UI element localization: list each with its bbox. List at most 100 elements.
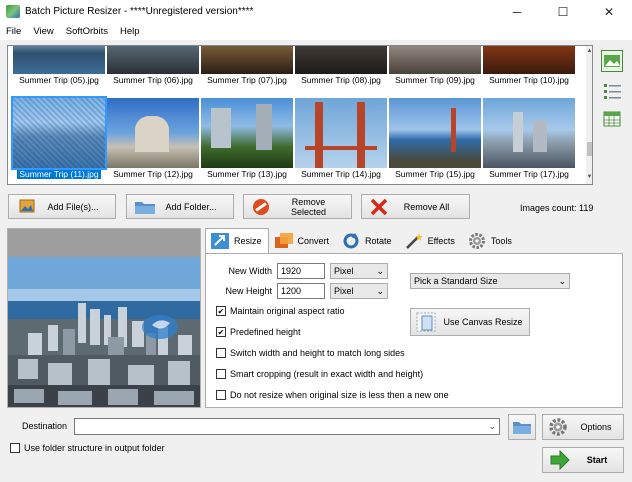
convert-icon [274, 232, 294, 250]
thumbnail-item[interactable]: Summer Trip (13).jpg [201, 98, 293, 179]
maintain-aspect-checkbox[interactable]: ✔ Maintain original aspect ratio [216, 306, 345, 316]
thumbnail-caption: Summer Trip (13).jpg [207, 169, 287, 179]
checkbox-unchecked [216, 369, 226, 379]
thumbnail-image [201, 46, 293, 74]
maximize-button[interactable]: ☐ [540, 0, 586, 24]
thumbnail-item-selected[interactable]: Summer Trip (11).jpg [11, 96, 107, 179]
thumbnail-item[interactable]: Summer Trip (09).jpg [389, 46, 481, 85]
options-button[interactable]: Options [542, 414, 624, 440]
thumbnail-caption: Summer Trip (05).jpg [19, 75, 99, 85]
thumbnail-image [201, 98, 293, 168]
list-view-icon[interactable] [601, 80, 623, 102]
thumbnail-item[interactable]: Summer Trip (08).jpg [295, 46, 387, 85]
thumbnail-image [11, 96, 107, 170]
no-resize-small-checkbox[interactable]: Do not resize when original size is less… [216, 390, 449, 400]
title-bar: Batch Picture Resizer - ****Unregistered… [0, 0, 632, 24]
tab-convert[interactable]: Convert [269, 228, 337, 254]
menu-bar: File View SoftOrbits Help [0, 24, 632, 40]
thumbnail-caption: Summer Trip (11).jpg [17, 169, 101, 179]
predefined-height-checkbox[interactable]: ✔ Predefined height [216, 327, 301, 337]
thumbnail-item[interactable]: Summer Trip (07).jpg [201, 46, 293, 85]
tab-effects[interactable]: Effects [399, 228, 462, 254]
thumbnail-item[interactable]: Summer Trip (05).jpg [13, 46, 105, 85]
new-height-label: New Height [225, 286, 272, 296]
menu-softorbits[interactable]: SoftOrbits [60, 24, 114, 40]
standard-size-select[interactable]: Pick a Standard Size ⌄ [410, 273, 570, 289]
resize-panel: New Width 1920 Pixel ⌄ New Height 1200 Pi… [205, 253, 623, 408]
thumbnail-caption: Summer Trip (12).jpg [113, 169, 193, 179]
smart-cropping-checkbox[interactable]: Smart cropping (result in exact width an… [216, 369, 423, 379]
chevron-down-icon: ⌄ [376, 285, 384, 296]
start-button[interactable]: Start [542, 447, 624, 473]
checkbox-unchecked [216, 390, 226, 400]
minimize-button[interactable]: ─ [494, 0, 540, 24]
thumbnail-item[interactable]: Summer Trip (14).jpg [295, 98, 387, 179]
width-unit-select[interactable]: Pixel ⌄ [330, 263, 388, 279]
chevron-down-icon: ⌄ [376, 265, 384, 276]
thumbnail-image [107, 98, 199, 168]
menu-help[interactable]: Help [114, 24, 146, 40]
menu-view[interactable]: View [27, 24, 59, 40]
gear-icon [549, 418, 567, 436]
new-width-input[interactable]: 1920 [277, 263, 325, 279]
remove-selected-icon [250, 198, 276, 216]
rotate-icon [341, 232, 361, 250]
height-unit-select[interactable]: Pixel ⌄ [330, 283, 388, 299]
checkbox-unchecked [10, 443, 20, 453]
thumbnail-view-icon[interactable] [601, 50, 623, 72]
magic-wand-icon [404, 232, 424, 250]
canvas-resize-button[interactable]: Use Canvas Resize [410, 308, 530, 336]
close-button[interactable]: ✕ [586, 0, 632, 24]
images-count: Images count: 119 [520, 203, 594, 213]
tab-rotate[interactable]: Rotate [336, 228, 399, 254]
app-icon [6, 5, 20, 18]
tab-resize[interactable]: Resize [205, 228, 269, 254]
image-preview [7, 228, 201, 408]
thumbnail-image [295, 46, 387, 74]
thumbnail-item[interactable]: Summer Trip (12).jpg [107, 98, 199, 179]
folder-icon [513, 422, 531, 434]
new-height-input[interactable]: 1200 [277, 283, 325, 299]
chevron-down-icon[interactable]: ⌄ [488, 421, 496, 432]
thumbnail-caption: Summer Trip (08).jpg [301, 75, 381, 85]
thumbnail-caption: Summer Trip (09).jpg [395, 75, 475, 85]
scroll-down-arrow[interactable]: ▼ [586, 174, 592, 180]
remove-all-button[interactable]: Remove All [361, 194, 470, 219]
thumbnail-caption: Summer Trip (14).jpg [301, 169, 381, 179]
folder-icon [133, 198, 159, 216]
switch-width-height-checkbox[interactable]: Switch width and height to match long si… [216, 348, 405, 358]
green-arrow-icon [550, 450, 570, 470]
tab-tools[interactable]: Tools [462, 228, 519, 254]
add-folder-button[interactable]: Add Folder... [126, 194, 234, 219]
thumbnail-image [389, 46, 481, 74]
checkbox-checked: ✔ [216, 327, 226, 337]
table-view-icon[interactable] [601, 108, 623, 130]
remove-selected-button[interactable]: Remove Selected [243, 194, 352, 219]
thumbnail-item[interactable]: Summer Trip (10).jpg [483, 46, 575, 85]
add-image-icon [15, 198, 41, 216]
gallery-scrollbar[interactable]: ▲ ▼ [586, 46, 592, 184]
browse-folder-button[interactable] [508, 414, 536, 440]
scroll-up-arrow[interactable]: ▲ [586, 48, 592, 54]
thumbnail-image [389, 98, 481, 168]
new-width-label: New Width [228, 266, 272, 276]
thumbnail-caption: Summer Trip (06).jpg [113, 75, 193, 85]
checkbox-checked: ✔ [216, 306, 226, 316]
thumbnail-item[interactable]: Summer Trip (06).jpg [107, 46, 199, 85]
thumbnail-caption: Summer Trip (10).jpg [489, 75, 569, 85]
thumbnail-caption: Summer Trip (17).jpg [489, 169, 569, 179]
thumbnail-item[interactable]: Summer Trip (15).jpg [389, 98, 481, 179]
settings-tabs: Resize Convert Rotate Effects Tools [205, 228, 519, 254]
thumbnail-item[interactable]: Summer Trip (17).jpg [483, 98, 575, 179]
add-files-button[interactable]: Add File(s)... [8, 194, 116, 219]
thumbnail-image [295, 98, 387, 168]
resize-icon [210, 232, 230, 250]
scroll-thumb[interactable] [587, 142, 592, 156]
menu-file[interactable]: File [0, 24, 27, 40]
thumbnail-image [483, 98, 575, 168]
checkbox-unchecked [216, 348, 226, 358]
use-folder-structure-checkbox[interactable]: Use folder structure in output folder [10, 443, 165, 453]
destination-input[interactable]: ⌄ [74, 418, 500, 435]
thumbnail-caption: Summer Trip (15).jpg [395, 169, 475, 179]
image-gallery[interactable]: Summer Trip (05).jpg Summer Trip (06).jp… [7, 45, 593, 185]
